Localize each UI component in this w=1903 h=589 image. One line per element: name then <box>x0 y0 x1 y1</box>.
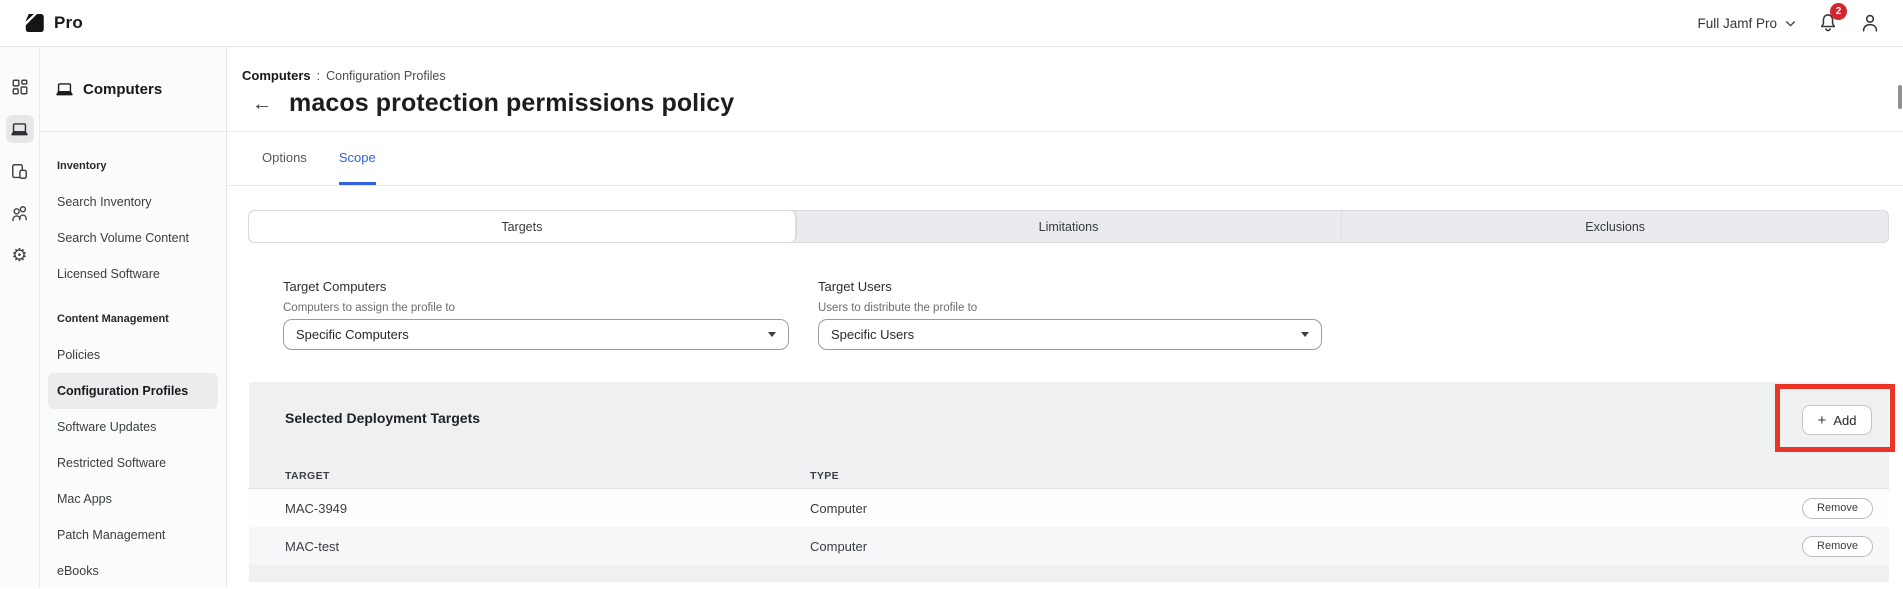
rail-devices-button[interactable] <box>6 157 34 185</box>
tab-scope[interactable]: Scope <box>339 150 376 185</box>
sidebar-title: Computers <box>83 81 162 98</box>
context-switcher[interactable]: Full Jamf Pro <box>1697 16 1797 31</box>
settings-gear-icon: ⚙ <box>11 246 27 264</box>
row-target-name: MAC-test <box>285 539 810 554</box>
breadcrumb-page[interactable]: Configuration Profiles <box>326 69 446 83</box>
icon-rail: ⚙ <box>0 47 40 587</box>
sidebar-item-restricted-software[interactable]: Restricted Software <box>48 445 218 481</box>
column-header-type: TYPE <box>810 470 1873 482</box>
sidebar-item-mac-apps[interactable]: Mac Apps <box>48 481 218 517</box>
sidebar-item-policies[interactable]: Policies <box>48 337 218 373</box>
target-users-value: Specific Users <box>831 327 914 342</box>
brand[interactable]: Pro <box>22 11 83 35</box>
sidebar-section-inventory: Inventory <box>48 148 218 184</box>
target-computers-value: Specific Computers <box>296 327 409 342</box>
notification-badge: 2 <box>1830 3 1847 20</box>
context-label: Full Jamf Pro <box>1697 16 1777 31</box>
vertical-scrollbar-thumb[interactable] <box>1898 85 1902 109</box>
devices-icon <box>10 162 29 181</box>
column-header-target: TARGET <box>285 470 810 482</box>
add-button[interactable]: + Add <box>1802 405 1872 435</box>
jamf-logo-icon <box>22 11 46 35</box>
computers-icon <box>10 120 29 139</box>
target-users-block: Target Users Users to distribute the pro… <box>818 279 1322 350</box>
sidebar-header: Computers <box>40 47 226 132</box>
account-button[interactable] <box>1859 12 1881 34</box>
segment-targets[interactable]: Targets <box>249 211 796 242</box>
panel-title: Selected Deployment Targets <box>285 410 480 426</box>
remove-button[interactable]: Remove <box>1802 498 1873 519</box>
rail-computers-button[interactable] <box>6 115 34 143</box>
table-row: MAC-test Computer Remove <box>249 527 1889 565</box>
target-computers-help: Computers to assign the profile to <box>283 302 789 314</box>
dashboard-icon <box>11 78 29 96</box>
tab-bar: Options Scope <box>227 132 1903 186</box>
rail-dashboard-button[interactable] <box>6 73 34 101</box>
row-target-name: MAC-3949 <box>285 501 810 516</box>
target-users-help: Users to distribute the profile to <box>818 302 1322 314</box>
main-content: Computers : Configuration Profiles ← mac… <box>227 47 1903 587</box>
target-users-select[interactable]: Specific Users <box>818 319 1322 350</box>
sidebar-item-search-inventory[interactable]: Search Inventory <box>48 184 218 220</box>
add-button-label: Add <box>1833 413 1856 428</box>
users-icon <box>10 203 30 223</box>
laptop-icon <box>55 80 74 99</box>
red-annotation-box: + Add <box>1775 384 1895 452</box>
sidebar-section-content-management: Content Management <box>48 301 218 337</box>
notifications-button[interactable]: 2 <box>1815 10 1841 36</box>
target-selects: Target Computers Computers to assign the… <box>283 279 1889 350</box>
table-row: MAC-3949 Computer Remove <box>249 489 1889 527</box>
sidebar-item-ebooks[interactable]: eBooks <box>48 553 218 589</box>
breadcrumb-section[interactable]: Computers <box>242 68 311 83</box>
target-users-label: Target Users <box>818 279 1322 294</box>
sidebar-item-patch-management[interactable]: Patch Management <box>48 517 218 553</box>
chevron-down-icon <box>1784 17 1797 30</box>
sidebar-section-gap <box>48 292 218 301</box>
sidebar-item-licensed-software[interactable]: Licensed Software <box>48 256 218 292</box>
sidebar-menu: Inventory Search Inventory Search Volume… <box>40 132 226 589</box>
tab-options[interactable]: Options <box>262 150 307 185</box>
user-account-icon <box>1859 12 1881 34</box>
rail-settings-button[interactable]: ⚙ <box>6 241 34 269</box>
target-computers-select[interactable]: Specific Computers <box>283 319 789 350</box>
rail-users-button[interactable] <box>6 199 34 227</box>
sidebar: Computers Inventory Search Inventory Sea… <box>40 47 227 587</box>
select-caret-icon <box>768 332 776 337</box>
remove-button[interactable]: Remove <box>1802 536 1873 557</box>
top-bar: Pro Full Jamf Pro 2 <box>0 0 1903 47</box>
breadcrumb: Computers : Configuration Profiles <box>242 68 1903 83</box>
scope-content: Targets Limitations Exclusions Target Co… <box>227 186 1903 582</box>
selected-deployment-targets-panel: Selected Deployment Targets + Add TARGET… <box>249 382 1889 582</box>
back-button[interactable]: ← <box>252 94 272 114</box>
row-type: Computer <box>810 501 1802 516</box>
segment-limitations[interactable]: Limitations <box>796 211 1343 242</box>
brand-name: Pro <box>54 13 83 33</box>
segment-exclusions[interactable]: Exclusions <box>1342 211 1888 242</box>
page-title: macos protection permissions policy <box>289 89 734 118</box>
select-caret-icon <box>1301 332 1309 337</box>
target-computers-label: Target Computers <box>283 279 789 294</box>
scope-segmented-control: Targets Limitations Exclusions <box>248 210 1889 243</box>
table-header-row: TARGET TYPE <box>249 464 1889 489</box>
row-type: Computer <box>810 539 1802 554</box>
breadcrumb-separator: : <box>317 69 320 83</box>
plus-icon: + <box>1818 413 1827 428</box>
page-header: Computers : Configuration Profiles ← mac… <box>227 47 1903 132</box>
sidebar-item-search-volume-content[interactable]: Search Volume Content <box>48 220 218 256</box>
target-computers-block: Target Computers Computers to assign the… <box>283 279 789 350</box>
sidebar-item-software-updates[interactable]: Software Updates <box>48 409 218 445</box>
sidebar-item-configuration-profiles[interactable]: Configuration Profiles <box>48 373 218 409</box>
table-body: MAC-3949 Computer Remove MAC-test Comput… <box>249 489 1889 565</box>
